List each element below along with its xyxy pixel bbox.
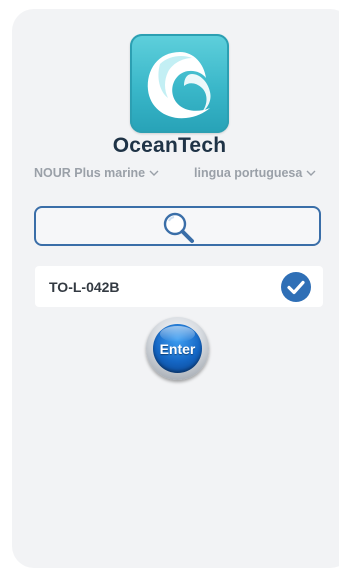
result-item-label: TO-L-042B <box>49 279 120 295</box>
vessel-selector-label: NOUR Plus marine <box>34 166 146 180</box>
enter-button-label: Enter <box>159 340 196 357</box>
enter-button[interactable]: Enter <box>146 317 209 380</box>
enter-button-face[interactable]: Enter <box>153 324 202 373</box>
brand-name: OceanTech <box>112 134 227 157</box>
language-selector[interactable]: lingua portuguesa <box>194 166 316 180</box>
result-item[interactable]: TO-L-042B <box>35 266 323 307</box>
vessel-selector[interactable]: NOUR Plus marine <box>34 166 159 180</box>
language-selector-label: lingua portuguesa <box>194 166 303 180</box>
ocean-wave-logo-icon <box>147 52 211 119</box>
chevron-down-icon <box>306 166 316 180</box>
search-icon[interactable] <box>161 210 197 251</box>
search-box[interactable] <box>34 206 323 246</box>
ocean-wave-logo <box>130 34 229 133</box>
check-circle-icon[interactable] <box>280 271 312 308</box>
chevron-down-icon <box>149 166 159 180</box>
